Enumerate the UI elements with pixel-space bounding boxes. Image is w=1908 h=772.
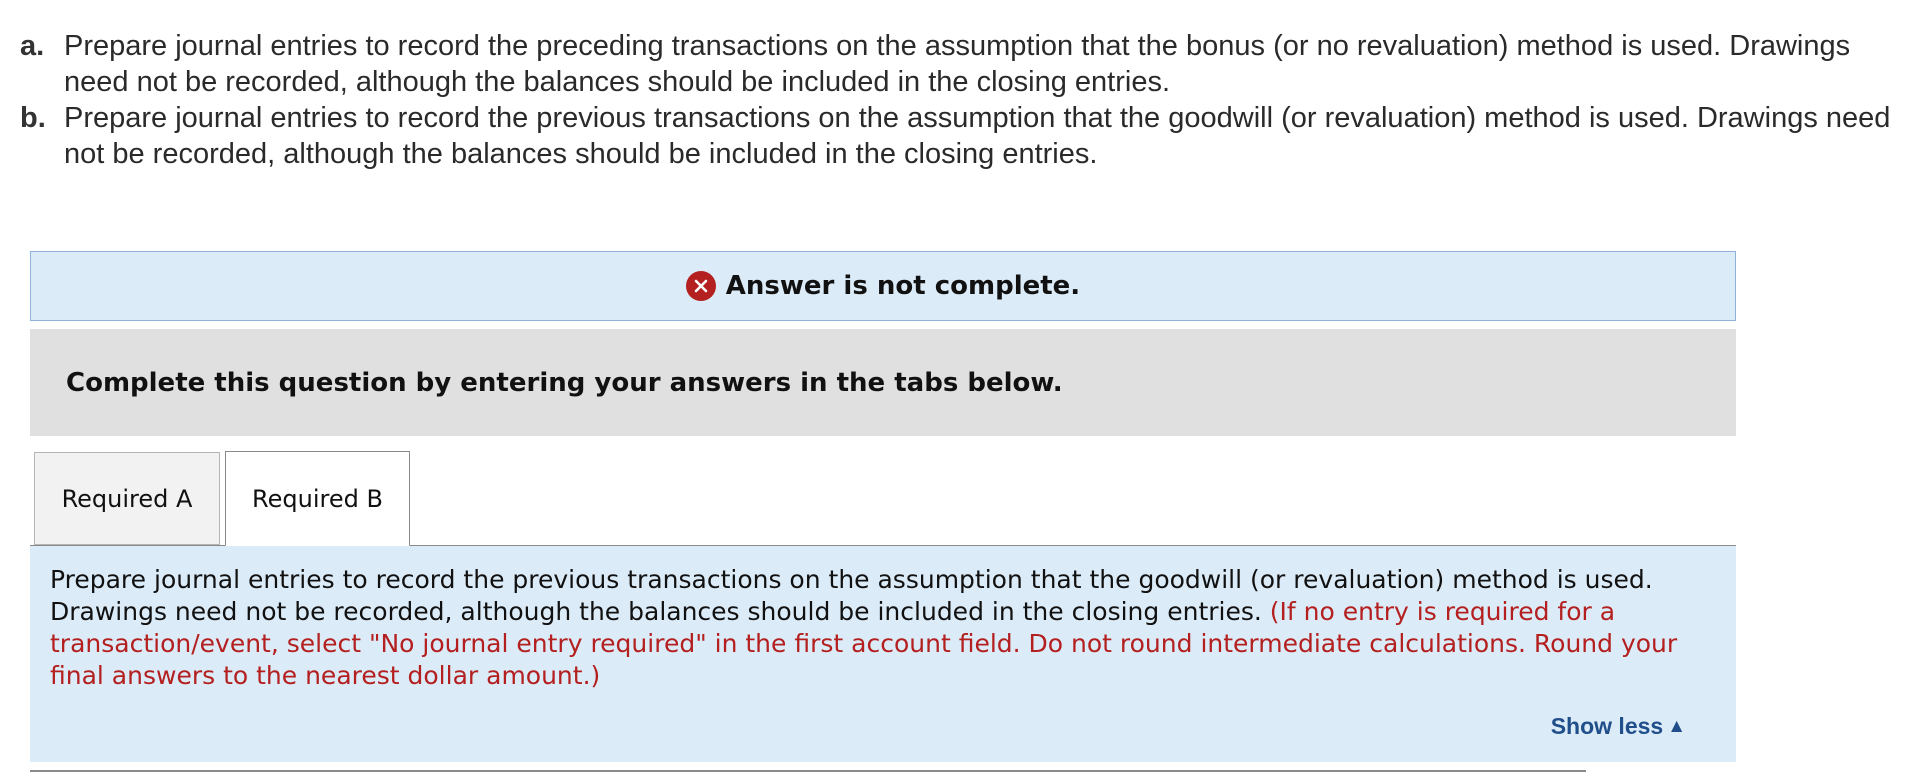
tab-content-panel: Prepare journal entries to record the pr…	[30, 546, 1736, 762]
panel-instructions: Prepare journal entries to record the pr…	[50, 564, 1716, 692]
question-item-b: b. Prepare journal entries to record the…	[20, 100, 1900, 172]
instruction-text: Complete this question by entering your …	[66, 367, 1063, 398]
tab-bar: Required A Required B	[30, 451, 1736, 547]
tab-label: Required B	[252, 484, 383, 513]
tab-required-b[interactable]: Required B	[225, 451, 410, 547]
show-less-label: Show less	[1550, 713, 1664, 739]
question-letter: b.	[20, 102, 46, 134]
status-banner: Answer is not complete.	[30, 251, 1736, 321]
status-text: Answer is not complete.	[725, 271, 1081, 301]
question-text: Prepare journal entries to record the pr…	[64, 30, 1851, 98]
question-text: Prepare journal entries to record the pr…	[64, 102, 1891, 170]
question-item-a: a. Prepare journal entries to record the…	[20, 28, 1900, 100]
triangle-up-icon: ▲	[1667, 716, 1686, 737]
tab-label: Required A	[61, 484, 193, 513]
tab-required-a[interactable]: Required A	[34, 452, 220, 545]
x-circle-icon	[685, 271, 716, 301]
instruction-bar: Complete this question by entering your …	[30, 329, 1736, 436]
question-list: a. Prepare journal entries to record the…	[20, 28, 1900, 172]
question-letter: a.	[20, 30, 45, 62]
show-less-button[interactable]: Show less ▲	[1551, 713, 1686, 740]
